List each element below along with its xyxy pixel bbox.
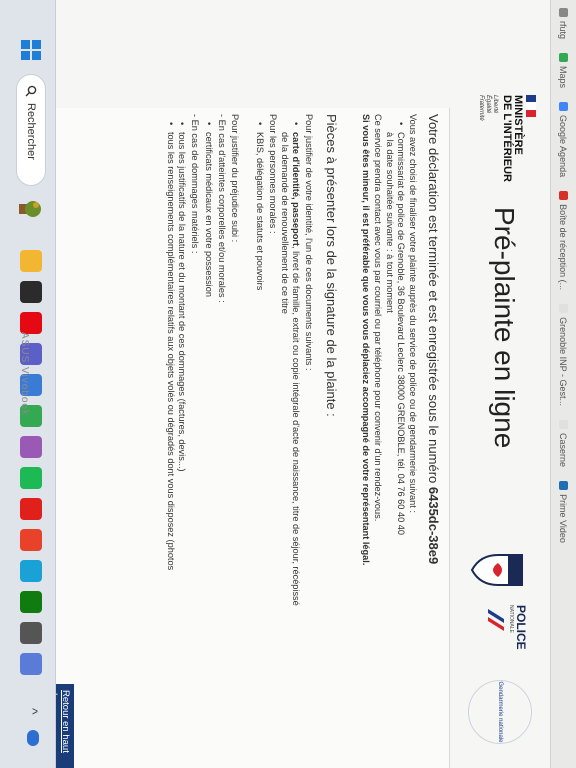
- site-header: MINISTÈRE DE L'INTÉRIEUR Liberté Égalité…: [448, 95, 550, 765]
- identity-intro: Pour justifier de votre identité, l'un d…: [304, 114, 314, 371]
- opera-icon[interactable]: [20, 498, 42, 520]
- moral-item: KBIS, délégation de statuts et pouvoirs: [254, 132, 266, 290]
- bookmark-favicon-icon: [559, 53, 568, 63]
- onedrive-icon[interactable]: [27, 730, 39, 746]
- service-intro: Vous avez choisi de finaliser votre plai…: [408, 114, 418, 513]
- service-date: à la date souhaitée suivante : à tout mo…: [385, 132, 395, 313]
- bookmark-label: Maps: [558, 66, 569, 89]
- laptop-screen: rfutg Maps Google Agenda Boîte de réception…: [0, 0, 576, 768]
- web-page: MINISTÈRE DE L'INTÉRIEUR Liberté Égalité…: [44, 0, 550, 768]
- bookmark-label: Grenoble INP - Gest...: [558, 317, 569, 407]
- bookmarks-bar: rfutg Maps Google Agenda Boîte de réception…: [550, 0, 576, 768]
- weather-widget-icon[interactable]: [17, 196, 45, 222]
- bookmark-favicon-icon: [559, 304, 568, 314]
- bookmark-item[interactable]: Grenoble INP - Gest...: [559, 304, 569, 406]
- app-icon[interactable]: [20, 653, 42, 675]
- bookmark-item[interactable]: Prime Video: [559, 481, 569, 543]
- bookmark-label: rfutg: [558, 21, 569, 40]
- bookmark-label: Boîte de réception (...: [558, 204, 569, 291]
- declaration-heading: Votre déclaration est terminée et est en…: [426, 114, 441, 565]
- pieces-heading: Pièces à présenter lors de la signature …: [324, 114, 339, 417]
- bookmark-item[interactable]: Google Agenda: [559, 102, 569, 177]
- service-name: Commissariat de police de Grenoble, 36 B…: [395, 132, 407, 535]
- xbox-icon[interactable]: [20, 591, 42, 613]
- netflix-icon[interactable]: [20, 312, 42, 334]
- ministere-logo: MINISTÈRE DE L'INTÉRIEUR Liberté Égalité…: [477, 95, 536, 185]
- declaration-number: 6435dc-38e9: [426, 486, 441, 565]
- material-item-2: tous les renseignements complémentaires …: [165, 132, 177, 570]
- bookmark-label: Google Agenda: [558, 115, 569, 178]
- windows-start-icon[interactable]: [21, 40, 41, 60]
- media-icon[interactable]: [20, 281, 42, 303]
- corporal-intro: - En cas d'atteintes corporelles et/ou m…: [217, 114, 227, 303]
- bookmark-favicon-icon: [559, 420, 568, 430]
- moral-intro: Pour les personnes morales :: [268, 114, 278, 234]
- bezel-brand: ASUS Vivobook: [19, 332, 30, 416]
- snipping-icon[interactable]: [20, 436, 42, 458]
- police-nationale-logo: POLICE NATIONALE: [481, 605, 528, 655]
- dgpn-badge-icon: [470, 554, 523, 586]
- republic-motto: Liberté Égalité Fraternité: [478, 95, 498, 121]
- bookmark-favicon-icon: [559, 8, 568, 17]
- contact-text: Ce service prendra contact avec vous par…: [373, 114, 383, 522]
- bookmark-label: Prime Video: [558, 494, 569, 543]
- gendarmerie-logo: Gendarmerie nationale: [468, 680, 532, 744]
- corporal-item: certificats médicaux en votre possession: [203, 132, 215, 297]
- bookmark-favicon-icon: [559, 191, 568, 201]
- bookmark-item[interactable]: rfutg: [559, 8, 569, 39]
- bookmark-item[interactable]: Boîte de réception (...: [559, 191, 569, 290]
- spotify-icon[interactable]: [20, 467, 42, 489]
- office-icon[interactable]: [20, 529, 42, 551]
- ministere-name: MINISTÈRE DE L'INTÉRIEUR: [501, 95, 524, 182]
- bookmark-favicon-icon: [559, 102, 568, 112]
- police-flag-icon: [488, 609, 504, 631]
- prejudice-intro: Pour justifier du préjudice subi :: [230, 114, 240, 243]
- identity-documents: carte d'identité, passeport, livret de f…: [290, 132, 302, 606]
- bookmark-item[interactable]: Caserne: [559, 420, 569, 467]
- taskbar-search[interactable]: Rechercher: [16, 74, 46, 186]
- identity-documents-cont: de la demande de renouvellement de ce ti…: [280, 132, 290, 314]
- main-content: Votre déclaration est terminée et est en…: [44, 108, 450, 768]
- edge-icon[interactable]: [20, 560, 42, 582]
- bookmark-item[interactable]: Maps: [559, 53, 569, 88]
- french-flag-icon: [526, 95, 536, 117]
- search-icon: [25, 85, 37, 97]
- page-title: Pré-plainte en ligne: [489, 207, 520, 449]
- chevron-up-icon[interactable]: ^: [25, 708, 41, 715]
- minor-notice: Si vous êtes mineur, il est préférable q…: [361, 114, 371, 566]
- material-item-1: tous les justificatifs de la nature et d…: [176, 132, 188, 472]
- file-explorer-icon[interactable]: [20, 250, 42, 272]
- bookmark-label: Caserne: [558, 433, 569, 468]
- bookmark-favicon-icon: [559, 481, 568, 491]
- material-intro: - En cas de dommages matériels :: [190, 114, 200, 254]
- store-icon[interactable]: [20, 622, 42, 644]
